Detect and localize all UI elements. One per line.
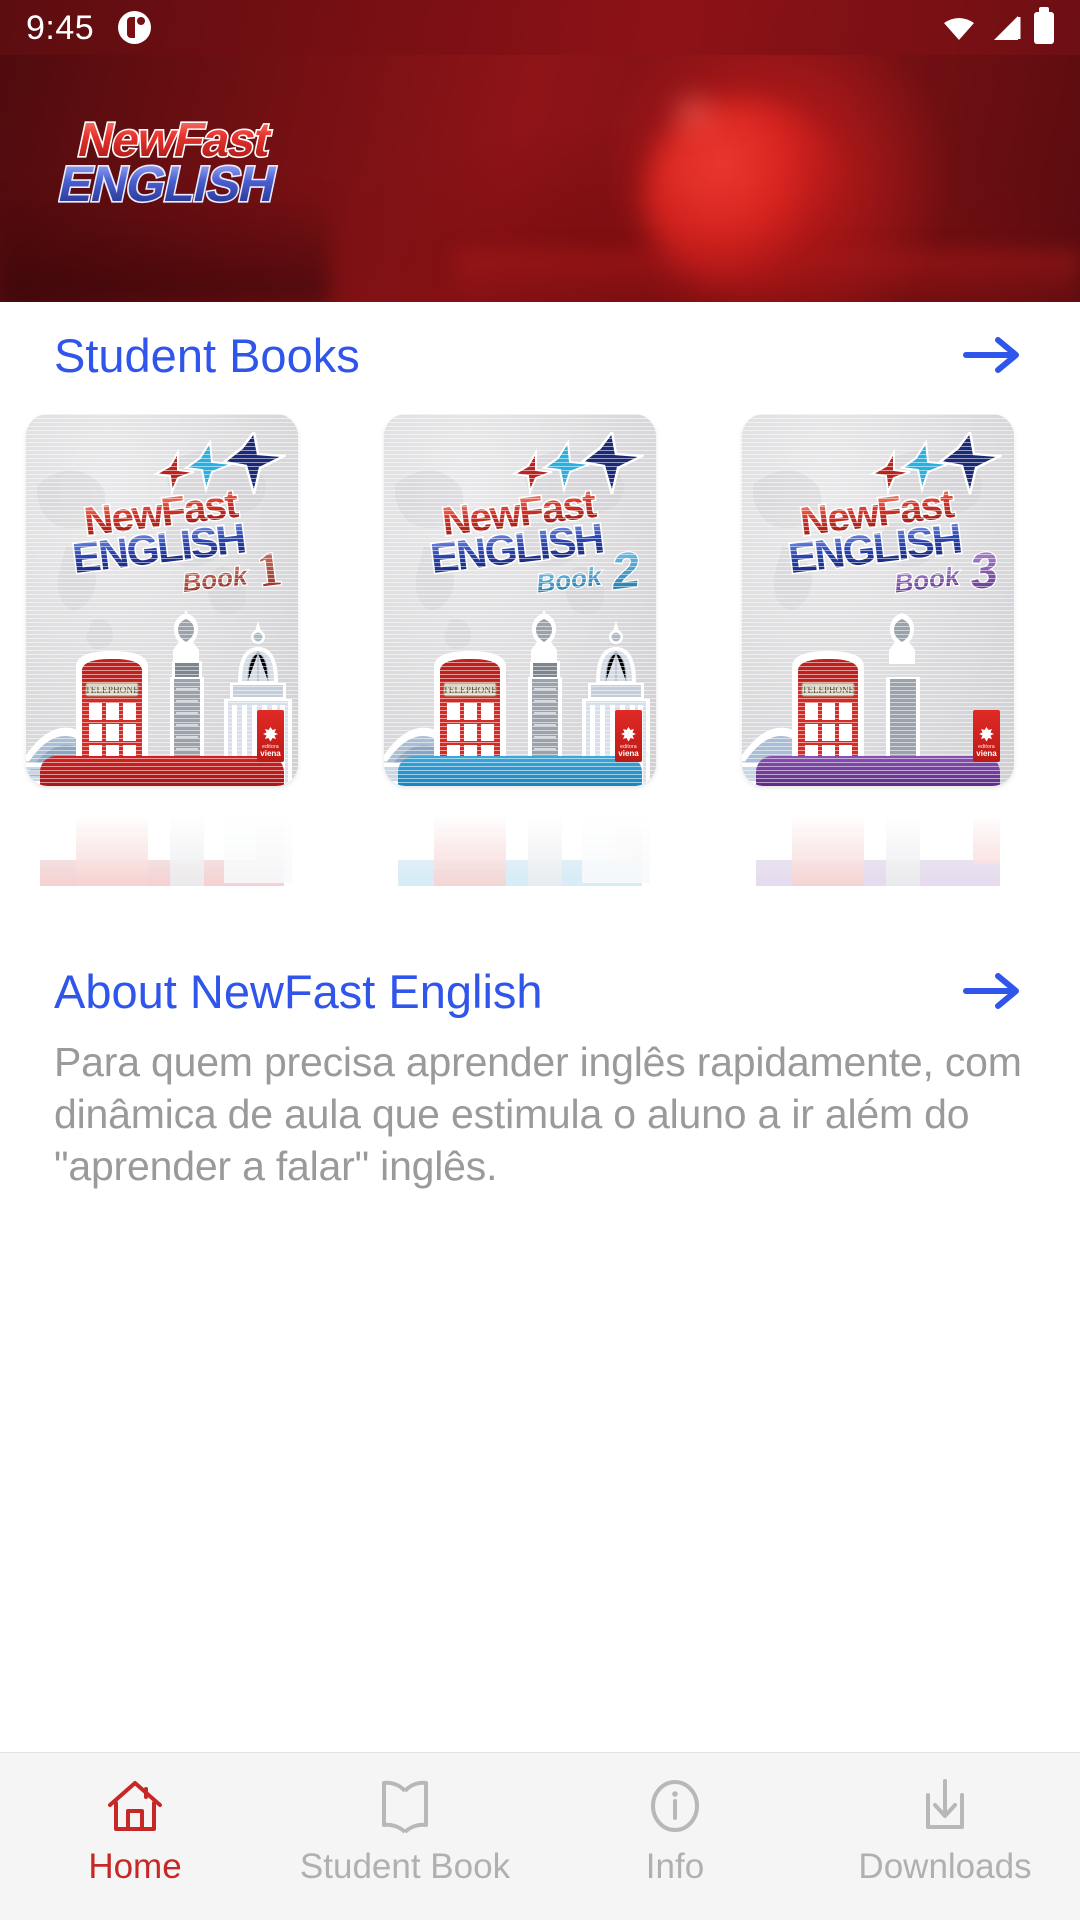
about-section-title: About NewFast English	[54, 964, 543, 1018]
about-description: Para quem precisa aprender inglês rapida…	[54, 1039, 1022, 1190]
about-arrow-button[interactable]	[960, 963, 1026, 1019]
nav-item-downloads[interactable]: Downloads	[810, 1777, 1080, 1884]
book-reflection	[26, 786, 298, 886]
eagle-crest-icon	[979, 726, 994, 742]
wifi-icon	[944, 17, 974, 40]
book-accent-bar	[756, 756, 1000, 786]
book-cover[interactable]: NewFast ENGLISH Book 2 TELEPHONE editora…	[384, 414, 656, 786]
publisher-line2: viena	[618, 748, 639, 758]
header-apple-highlight	[663, 92, 723, 132]
download-icon	[914, 1777, 976, 1835]
publisher-logo: editora viena	[257, 710, 284, 762]
nav-item-label: Downloads	[858, 1847, 1032, 1886]
book-title-logo: NewFast ENGLISH Book 1	[66, 480, 296, 614]
book-card[interactable]: NewFast ENGLISH Book 2 TELEPHONE editora…	[384, 414, 656, 894]
app-logo: NewFast ENGLISH	[58, 108, 358, 213]
publisher-line2: viena	[260, 748, 281, 758]
book-reflection	[384, 786, 656, 886]
student-books-carousel[interactable]: NewFast ENGLISH Book 1 TELEPHONE editora…	[0, 414, 1080, 894]
student-books-header[interactable]: Student Books	[0, 320, 1080, 390]
book-cover[interactable]: NewFast ENGLISH Book 3 TELEPHONE editora…	[742, 414, 1014, 786]
nav-item-label: Student Book	[299, 1847, 511, 1886]
home-icon	[104, 1777, 166, 1835]
telephone-label: TELEPHONE	[443, 685, 497, 695]
bottom-navigation-bar: Home Student Book Info Downloads	[0, 1752, 1080, 1920]
publisher-logo: editora viena	[973, 710, 1000, 762]
eagle-crest-icon	[263, 726, 278, 742]
student-books-arrow-button[interactable]	[960, 327, 1026, 383]
status-bar-indicators	[942, 6, 1054, 44]
app-notification-icon	[118, 11, 152, 44]
telephone-label: TELEPHONE	[802, 685, 854, 695]
arrow-right-icon	[963, 337, 1019, 373]
publisher-line2: viena	[976, 748, 997, 758]
about-section-header[interactable]: About NewFast English	[0, 956, 1080, 1026]
nav-item-label: Info	[645, 1847, 705, 1886]
book-card[interactable]: NewFast ENGLISH Book 3 TELEPHONE editora…	[742, 414, 1014, 894]
book-title-logo: NewFast ENGLISH Book 2	[424, 480, 654, 614]
book-number: 2	[607, 541, 643, 600]
book-accent-bar	[398, 756, 642, 786]
publisher-logo: editora viena	[615, 710, 642, 762]
main-content: Student Books NewFast ENGLISH Book 1 TEL…	[0, 302, 1080, 1752]
nav-item-label: Home	[88, 1847, 182, 1886]
nav-item-student-book[interactable]: Student Book	[270, 1777, 540, 1884]
student-books-title: Student Books	[54, 328, 360, 382]
battery-full-icon	[1034, 6, 1054, 44]
arrow-right-icon	[963, 973, 1019, 1009]
book-accent-bar	[40, 756, 284, 786]
info-circle-icon	[644, 1777, 706, 1835]
eagle-crest-icon	[621, 726, 636, 742]
book-card[interactable]: NewFast ENGLISH Book 1 TELEPHONE editora…	[26, 414, 298, 894]
book-number: 3	[966, 541, 1001, 600]
status-bar-time: 9:45	[26, 8, 95, 47]
status-bar: 9:45	[0, 0, 1080, 55]
book-title-logo: NewFast ENGLISH Book 3	[782, 480, 1012, 614]
telephone-label: TELEPHONE	[85, 685, 139, 695]
cellular-signal-icon	[994, 15, 1021, 40]
book-reflection	[742, 786, 1014, 886]
book-number: 1	[254, 542, 284, 598]
book-open-icon	[374, 1777, 436, 1835]
nav-item-home[interactable]: Home	[0, 1777, 270, 1884]
book-cover[interactable]: NewFast ENGLISH Book 1 TELEPHONE editora…	[26, 414, 298, 786]
svg-text:ENGLISH: ENGLISH	[58, 156, 281, 212]
nav-item-info[interactable]: Info	[540, 1777, 810, 1884]
